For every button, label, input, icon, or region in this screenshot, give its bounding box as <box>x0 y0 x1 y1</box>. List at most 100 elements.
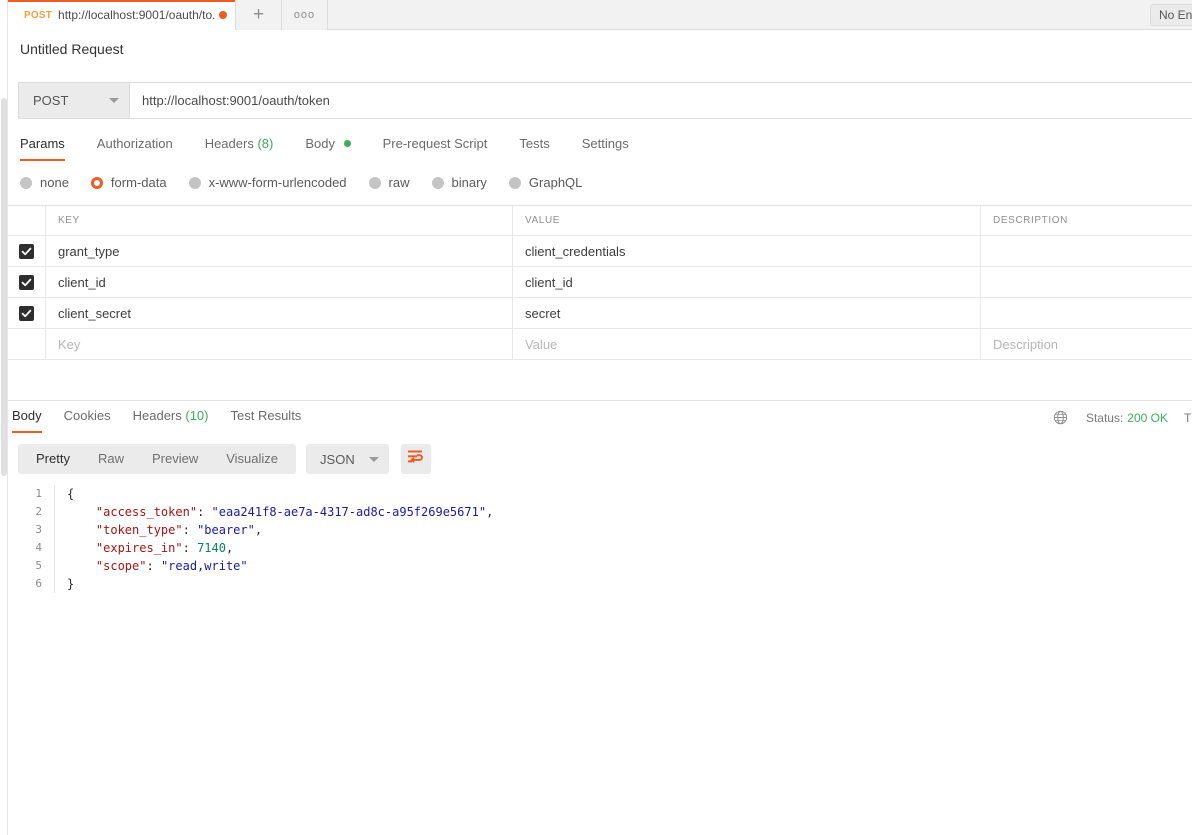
response-time-label: T <box>1184 410 1192 425</box>
response-tab-headers-count: (10) <box>185 408 209 423</box>
radio-selected-icon <box>90 176 103 189</box>
body-type-urlencoded-label: x-www-form-urlencoded <box>208 175 347 190</box>
empty-row-description-placeholder[interactable]: Description <box>981 329 1192 359</box>
row-checkbox-checked[interactable] <box>19 243 34 259</box>
response-tab-cookies[interactable]: Cookies <box>64 408 111 433</box>
line-number: 5 <box>35 559 42 572</box>
response-tab-body-label: Body <box>12 408 42 423</box>
row-value[interactable]: secret <box>513 298 981 328</box>
line-number: 6 <box>35 577 42 590</box>
response-tab-body[interactable]: Body <box>12 408 42 433</box>
response-viewer-toolbar: Pretty Raw Preview Visualize JSON <box>18 444 431 474</box>
tab-body[interactable]: Body <box>305 136 364 161</box>
tab-params[interactable]: Params <box>20 136 79 161</box>
table-header-key: KEY <box>46 206 513 235</box>
request-title: Untitled Request <box>20 41 124 57</box>
request-section-tabs: Params Authorization Headers (8) Body Pr… <box>20 136 661 161</box>
table-header-checkbox-cell <box>8 206 46 235</box>
tab-settings[interactable]: Settings <box>582 136 643 161</box>
response-format-label: JSON <box>320 451 355 467</box>
response-tab-test-results[interactable]: Test Results <box>231 408 302 433</box>
sidebar-scrollbar[interactable] <box>1 98 7 476</box>
body-type-none[interactable]: none <box>20 175 69 190</box>
request-tab-active[interactable]: POST http://localhost:9001/oauth/to... <box>8 0 236 30</box>
tab-headers[interactable]: Headers (8) <box>205 136 288 161</box>
code-line: 6 } <box>18 575 1188 593</box>
body-present-dot-icon <box>343 140 351 147</box>
row-checkbox-cell <box>8 267 46 297</box>
tab-pre-request-script[interactable]: Pre-request Script <box>383 136 502 161</box>
code-line: 3 "token_type": "bearer", <box>18 521 1188 539</box>
body-type-binary[interactable]: binary <box>431 175 487 190</box>
row-checkbox-checked[interactable] <box>19 305 34 321</box>
response-view-mode-group: Pretty Raw Preview Visualize <box>18 444 297 474</box>
table-header-description: DESCRIPTION <box>993 215 1068 226</box>
code-line-text: "access_token": "eaa241f8-ae7a-4317-ad8c… <box>95 505 494 519</box>
url-bar: POST <box>18 82 1192 119</box>
row-checkbox-cell <box>8 298 46 328</box>
line-number: 3 <box>35 523 42 536</box>
response-section-tabs: Body Cookies Headers (10) Test Results <box>12 408 323 433</box>
response-format-dropdown[interactable]: JSON <box>306 444 389 474</box>
row-description[interactable] <box>981 267 1192 297</box>
row-value[interactable]: client_credentials <box>513 236 981 266</box>
code-line: 4 "expires_in": 7140, <box>18 539 1188 557</box>
body-type-raw-label: raw <box>388 175 410 190</box>
body-type-form-data[interactable]: form-data <box>90 175 167 190</box>
response-meta: Status: 200 OK T <box>1053 410 1192 425</box>
body-type-urlencoded[interactable]: x-www-form-urlencoded <box>188 175 347 190</box>
code-line: 5 "scope": "read,write" <box>18 557 1188 575</box>
form-data-table: KEY VALUE DESCRIPTION grant_type client_… <box>8 205 1192 360</box>
environment-selector[interactable]: No Environment <box>1150 4 1192 26</box>
row-checkbox-checked[interactable] <box>19 274 34 290</box>
table-header-row: KEY VALUE DESCRIPTION <box>8 206 1192 236</box>
response-tab-headers[interactable]: Headers (10) <box>133 408 209 433</box>
word-wrap-toggle-button[interactable] <box>400 444 431 474</box>
row-key[interactable]: client_secret <box>46 298 513 328</box>
radio-icon <box>368 176 381 189</box>
body-type-none-label: none <box>40 175 69 190</box>
code-line: 1 { <box>18 485 1188 503</box>
radio-icon <box>188 176 201 189</box>
tab-overflow-menu-icon[interactable]: ooo <box>282 0 328 30</box>
tab-tests-label: Tests <box>519 136 550 151</box>
table-row: client_secret secret <box>8 298 1192 329</box>
tab-authorization[interactable]: Authorization <box>97 136 187 161</box>
row-key[interactable]: grant_type <box>46 236 513 266</box>
empty-row-key-placeholder[interactable]: Key <box>46 329 513 359</box>
response-tab-test-results-label: Test Results <box>230 408 302 423</box>
body-type-raw[interactable]: raw <box>368 175 410 190</box>
code-line-text: } <box>67 577 75 591</box>
response-tab-cookies-label: Cookies <box>63 408 111 423</box>
tab-params-label: Params <box>20 136 65 151</box>
tab-tests[interactable]: Tests <box>519 136 563 161</box>
table-row: client_id client_id <box>8 267 1192 298</box>
tab-url-label: http://localhost:9001/oauth/to... <box>58 8 215 22</box>
request-tab-bar: POST http://localhost:9001/oauth/to... +… <box>8 0 1192 30</box>
radio-icon <box>508 176 521 189</box>
line-number: 4 <box>35 541 42 554</box>
http-method-dropdown[interactable]: POST <box>19 83 130 118</box>
table-header-value: VALUE <box>513 206 981 235</box>
view-mode-raw[interactable]: Raw <box>84 444 138 474</box>
row-value[interactable]: client_id <box>513 267 981 297</box>
status-label: Status: <box>1085 410 1124 425</box>
view-mode-pretty[interactable]: Pretty <box>22 444 84 474</box>
line-number: 2 <box>35 505 42 518</box>
url-input[interactable] <box>130 83 1192 118</box>
code-line-text: "scope": "read,write" <box>95 559 248 573</box>
new-tab-button[interactable]: + <box>236 0 282 30</box>
globe-icon[interactable] <box>1053 410 1068 425</box>
response-separator <box>8 400 1192 401</box>
row-description[interactable] <box>981 298 1192 328</box>
body-type-graphql[interactable]: GraphQL <box>508 175 583 190</box>
http-method-label: POST <box>33 93 69 108</box>
body-type-graphql-label: GraphQL <box>528 175 583 190</box>
row-description[interactable] <box>981 236 1192 266</box>
response-body-code[interactable]: 1 { 2 "access_token": "eaa241f8-ae7a-431… <box>18 485 1188 593</box>
view-mode-visualize[interactable]: Visualize <box>212 444 292 474</box>
row-key[interactable]: client_id <box>46 267 513 297</box>
table-row: grant_type client_credentials <box>8 236 1192 267</box>
empty-row-value-placeholder[interactable]: Value <box>513 329 981 359</box>
view-mode-preview[interactable]: Preview <box>138 444 212 474</box>
